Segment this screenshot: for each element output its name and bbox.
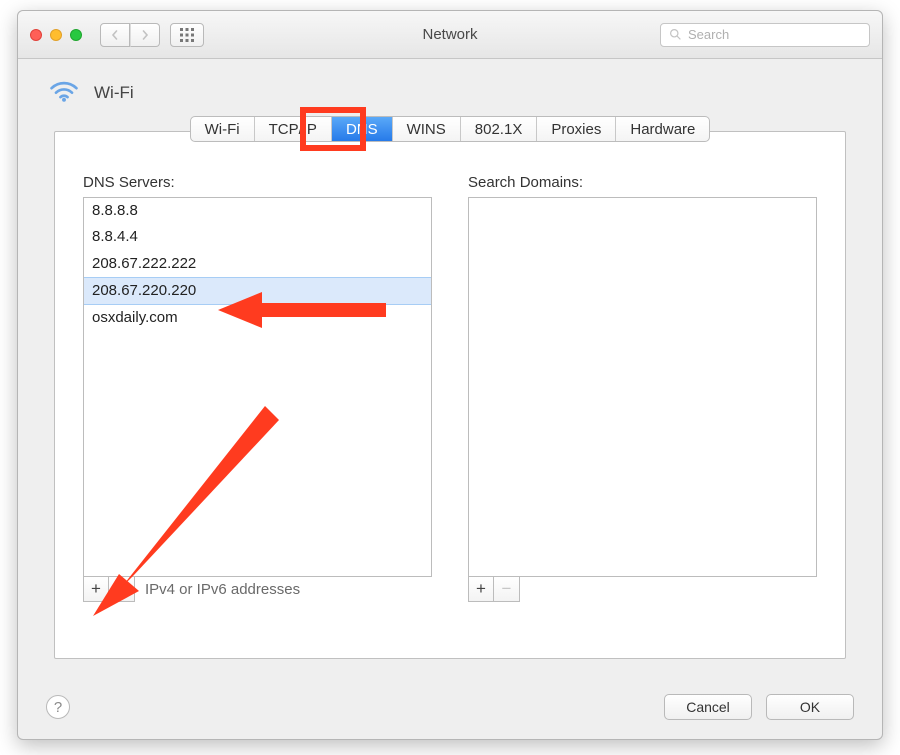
search-domains-label: Search Domains:	[468, 174, 817, 191]
back-button[interactable]	[100, 23, 130, 47]
tab-proxies[interactable]: Proxies	[537, 117, 616, 141]
remove-domain-button[interactable]: −	[494, 576, 520, 602]
cancel-button[interactable]: Cancel	[664, 694, 752, 720]
settings-panel: DNS Servers: 8.8.8.88.8.4.4208.67.222.22…	[54, 131, 846, 659]
dns-servers-listbox[interactable]: 8.8.8.88.8.4.4208.67.222.222208.67.220.2…	[83, 197, 432, 577]
tab-wi-fi[interactable]: Wi-Fi	[191, 117, 255, 141]
connection-name: Wi-Fi	[94, 83, 134, 103]
tab-tcp-ip[interactable]: TCP/IP	[255, 117, 332, 141]
chevron-right-icon	[140, 30, 150, 40]
dns-server-row[interactable]: 8.8.8.8	[84, 198, 431, 224]
dns-list-footer: + − IPv4 or IPv6 addresses	[83, 576, 432, 602]
search-domains-listbox[interactable]	[468, 197, 817, 577]
close-window-button[interactable]	[30, 29, 42, 41]
titlebar: Network Search	[18, 11, 882, 59]
preferences-window: Network Search Wi-Fi Wi-FiTCP/IPDNSWINS8…	[17, 10, 883, 740]
chevron-left-icon	[110, 30, 120, 40]
dns-server-row[interactable]: 208.67.222.222	[84, 251, 431, 277]
dns-server-row[interactable]: 8.8.4.4	[84, 224, 431, 250]
minimize-window-button[interactable]	[50, 29, 62, 41]
ok-button[interactable]: OK	[766, 694, 854, 720]
zoom-window-button[interactable]	[70, 29, 82, 41]
forward-button[interactable]	[130, 23, 160, 47]
search-placeholder: Search	[688, 27, 729, 42]
nav-buttons	[100, 23, 160, 47]
domains-list-footer: + −	[468, 576, 817, 602]
panel-columns: DNS Servers: 8.8.8.88.8.4.4208.67.222.22…	[55, 132, 845, 602]
search-domains-column: Search Domains: + −	[468, 174, 817, 602]
tab-wins[interactable]: WINS	[393, 117, 461, 141]
show-all-button[interactable]	[170, 23, 204, 47]
dialog-button-row: ? Cancel OK	[18, 675, 882, 739]
window-controls	[30, 29, 82, 41]
dns-server-row[interactable]: 208.67.220.220	[84, 277, 431, 305]
wifi-icon	[48, 77, 80, 108]
dns-server-row[interactable]: osxdaily.com	[84, 305, 431, 331]
tab-802-1x[interactable]: 802.1X	[461, 117, 538, 141]
search-icon	[669, 28, 682, 41]
dns-servers-label: DNS Servers:	[83, 174, 432, 191]
dns-servers-column: DNS Servers: 8.8.8.88.8.4.4208.67.222.22…	[83, 174, 432, 602]
tab-dns[interactable]: DNS	[332, 117, 393, 141]
grid-icon	[180, 28, 194, 42]
connection-header: Wi-Fi	[18, 59, 882, 108]
remove-dns-button[interactable]: −	[109, 576, 135, 602]
add-dns-button[interactable]: +	[83, 576, 109, 602]
help-button[interactable]: ?	[46, 695, 70, 719]
dns-footer-label: IPv4 or IPv6 addresses	[145, 581, 300, 598]
tab-hardware[interactable]: Hardware	[616, 117, 709, 141]
add-domain-button[interactable]: +	[468, 576, 494, 602]
tab-bar: Wi-FiTCP/IPDNSWINS802.1XProxiesHardware	[18, 116, 882, 142]
search-input[interactable]: Search	[660, 23, 870, 47]
